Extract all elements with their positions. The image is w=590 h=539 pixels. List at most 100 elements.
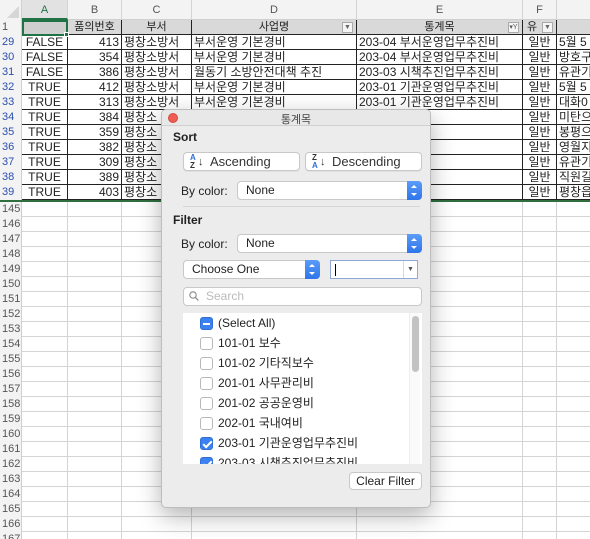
row-header[interactable]: 151 bbox=[0, 292, 22, 307]
checkbox[interactable] bbox=[200, 397, 213, 410]
empty-cell[interactable] bbox=[68, 382, 122, 397]
empty-cell[interactable] bbox=[557, 322, 590, 337]
table-cell[interactable]: 일반 bbox=[523, 140, 557, 155]
table-cell[interactable]: 대화0 bbox=[557, 95, 590, 110]
empty-cell[interactable] bbox=[22, 412, 68, 427]
empty-cell[interactable] bbox=[557, 202, 590, 217]
table-cell[interactable]: TRUE bbox=[22, 125, 68, 140]
filter-dropdown-f[interactable]: ▼ bbox=[542, 22, 553, 33]
empty-cell[interactable] bbox=[523, 367, 557, 382]
empty-cell[interactable] bbox=[557, 442, 590, 457]
row-header[interactable]: 145 bbox=[0, 202, 22, 217]
table-cell[interactable]: 412 bbox=[68, 80, 122, 95]
empty-cell[interactable] bbox=[523, 202, 557, 217]
empty-cell[interactable] bbox=[68, 352, 122, 367]
empty-cell[interactable] bbox=[523, 532, 557, 539]
filter-by-color-select[interactable]: None bbox=[237, 234, 422, 253]
empty-cell[interactable] bbox=[68, 502, 122, 517]
empty-cell[interactable] bbox=[22, 202, 68, 217]
table-cell[interactable]: 평창소방서 bbox=[122, 35, 192, 50]
empty-cell[interactable] bbox=[557, 517, 590, 532]
empty-cell[interactable] bbox=[523, 487, 557, 502]
empty-cell[interactable] bbox=[523, 472, 557, 487]
empty-cell[interactable] bbox=[557, 292, 590, 307]
empty-cell[interactable] bbox=[22, 397, 68, 412]
condition-value-combobox[interactable]: ▼ bbox=[330, 260, 418, 279]
empty-cell[interactable] bbox=[192, 517, 357, 532]
table-cell[interactable]: 5월 5 bbox=[557, 80, 590, 95]
empty-cell[interactable] bbox=[22, 382, 68, 397]
condition-select[interactable]: Choose One bbox=[183, 260, 320, 279]
checkbox[interactable] bbox=[200, 457, 213, 464]
table-cell[interactable]: 부서운영 기본경비 bbox=[192, 35, 357, 50]
empty-cell[interactable] bbox=[523, 517, 557, 532]
empty-cell[interactable] bbox=[557, 217, 590, 232]
table-cell[interactable]: FALSE bbox=[22, 65, 68, 80]
table-cell[interactable]: 203-04 부서운영업무추진비 bbox=[357, 50, 523, 65]
list-scrollbar-thumb[interactable] bbox=[412, 316, 419, 372]
table-cell[interactable]: 389 bbox=[68, 170, 122, 185]
sort-descending-button[interactable]: Z A ↓ Descending bbox=[305, 152, 422, 171]
table-cell[interactable]: 384 bbox=[68, 110, 122, 125]
table-cell[interactable]: 미탄으 bbox=[557, 110, 590, 125]
checkbox[interactable] bbox=[200, 317, 213, 330]
empty-cell[interactable] bbox=[68, 262, 122, 277]
empty-cell[interactable] bbox=[22, 442, 68, 457]
table-cell[interactable]: 일반 bbox=[523, 50, 557, 65]
filter-active-icon-e[interactable]: ▾Y bbox=[508, 22, 519, 33]
empty-cell[interactable] bbox=[22, 217, 68, 232]
empty-cell[interactable] bbox=[523, 397, 557, 412]
fill-handle[interactable] bbox=[64, 32, 69, 37]
table-cell[interactable]: 309 bbox=[68, 155, 122, 170]
search-input[interactable]: Search bbox=[183, 287, 422, 306]
table-cell[interactable]: 386 bbox=[68, 65, 122, 80]
empty-cell[interactable] bbox=[68, 307, 122, 322]
table-cell[interactable]: 평창소방서 bbox=[122, 50, 192, 65]
column-header-e[interactable]: E bbox=[357, 0, 523, 20]
empty-cell[interactable] bbox=[22, 247, 68, 262]
empty-cell[interactable] bbox=[68, 217, 122, 232]
row-header[interactable]: 38 bbox=[0, 170, 22, 185]
table-cell[interactable]: 359 bbox=[68, 125, 122, 140]
header-cell-c[interactable]: 부서 bbox=[122, 20, 192, 35]
row-header[interactable]: 150 bbox=[0, 277, 22, 292]
empty-cell[interactable] bbox=[557, 502, 590, 517]
header-cell-d[interactable]: 사업명 bbox=[192, 20, 357, 35]
table-cell[interactable]: FALSE bbox=[22, 35, 68, 50]
table-cell[interactable]: 일반 bbox=[523, 185, 557, 200]
header-cell-a[interactable] bbox=[22, 20, 68, 35]
clear-filter-button[interactable]: Clear Filter bbox=[349, 472, 422, 490]
empty-cell[interactable] bbox=[122, 517, 192, 532]
table-cell[interactable]: 일반 bbox=[523, 35, 557, 50]
empty-cell[interactable] bbox=[523, 277, 557, 292]
empty-cell[interactable] bbox=[68, 487, 122, 502]
table-cell[interactable]: 일반 bbox=[523, 110, 557, 125]
select-all-corner[interactable] bbox=[0, 0, 22, 20]
table-cell[interactable]: 부서운영 기본경비 bbox=[192, 95, 357, 110]
table-cell[interactable]: 313 bbox=[68, 95, 122, 110]
empty-cell[interactable] bbox=[357, 532, 523, 539]
table-cell[interactable]: TRUE bbox=[22, 170, 68, 185]
row-header[interactable]: 149 bbox=[0, 262, 22, 277]
table-cell[interactable]: TRUE bbox=[22, 185, 68, 200]
column-header-f[interactable]: F bbox=[523, 0, 557, 20]
table-cell[interactable]: 일반 bbox=[523, 95, 557, 110]
row-header[interactable]: 157 bbox=[0, 382, 22, 397]
empty-cell[interactable] bbox=[22, 367, 68, 382]
row-header[interactable]: 30 bbox=[0, 50, 22, 65]
empty-cell[interactable] bbox=[22, 352, 68, 367]
empty-cell[interactable] bbox=[557, 367, 590, 382]
row-header[interactable]: 155 bbox=[0, 352, 22, 367]
row-header[interactable]: 31 bbox=[0, 65, 22, 80]
column-header-b[interactable]: B bbox=[68, 0, 122, 20]
checkbox[interactable] bbox=[200, 357, 213, 370]
empty-cell[interactable] bbox=[557, 397, 590, 412]
table-cell[interactable]: 382 bbox=[68, 140, 122, 155]
empty-cell[interactable] bbox=[68, 532, 122, 539]
empty-cell[interactable] bbox=[122, 532, 192, 539]
table-cell[interactable]: 평창소방서 bbox=[122, 95, 192, 110]
table-cell[interactable]: 일반 bbox=[523, 170, 557, 185]
empty-cell[interactable] bbox=[68, 277, 122, 292]
empty-cell[interactable] bbox=[523, 502, 557, 517]
empty-cell[interactable] bbox=[192, 532, 357, 539]
